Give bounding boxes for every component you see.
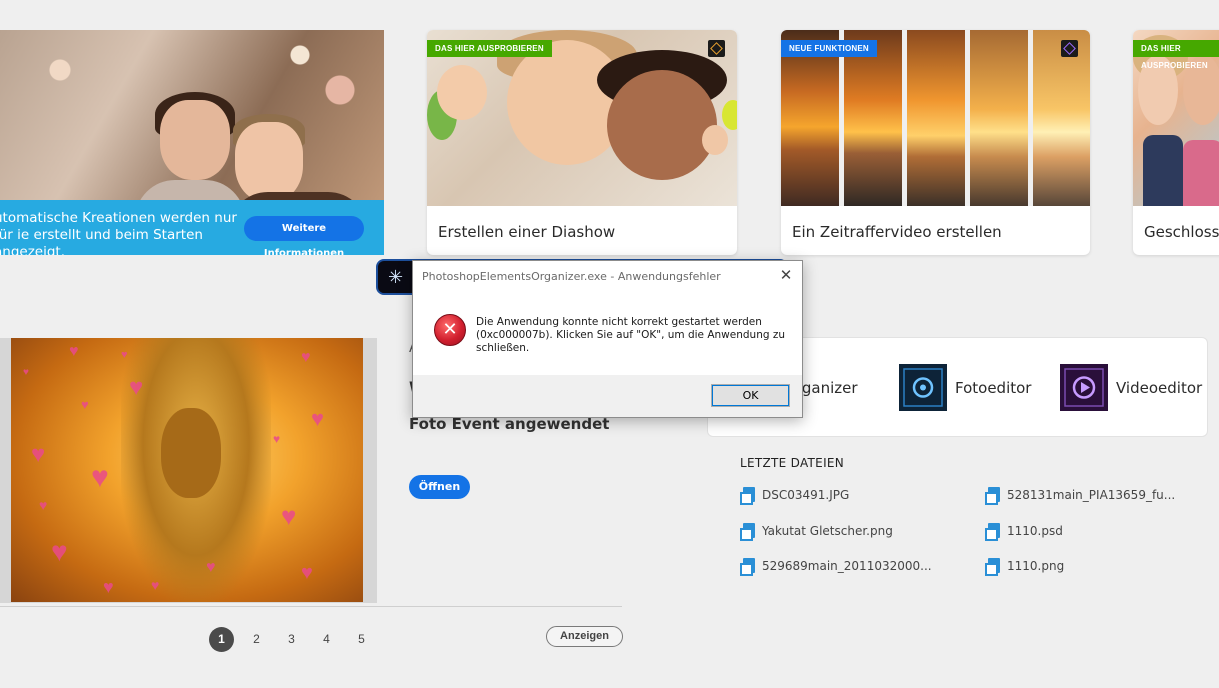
heart-icon: ♥ xyxy=(91,461,109,494)
close-icon[interactable]: ✕ xyxy=(778,266,794,284)
card-caption: Ein Zeitraffervideo erstellen xyxy=(792,223,1002,241)
heart-icon: ♥ xyxy=(311,406,325,431)
file-icon xyxy=(985,558,1000,576)
card-closed[interactable]: DAS HIER AUSPROBIEREN Geschlossen › xyxy=(1133,30,1219,255)
heart-icon: ♥ xyxy=(301,562,313,584)
heart-icon: ♥ xyxy=(301,349,311,366)
file-icon xyxy=(740,523,755,541)
event-image-detail xyxy=(161,408,221,498)
dialog-title: PhotoshopElementsOrganizer.exe - Anwendu… xyxy=(422,270,721,283)
recent-file[interactable]: 528131main_PIA13659_fu... xyxy=(985,487,1176,505)
file-name: 1110.png xyxy=(1007,559,1065,573)
heart-icon: ♥ xyxy=(39,497,48,513)
dialog-message: Die Anwendung konnte nicht korrekt gesta… xyxy=(476,316,786,354)
badge-new-features: NEUE FUNKTIONEN xyxy=(781,40,877,57)
file-name: 1110.psd xyxy=(1007,524,1063,538)
heart-icon: ♥ xyxy=(81,397,89,412)
error-dialog: PhotoshopElementsOrganizer.exe - Anwendu… xyxy=(412,260,803,418)
file-name: Yakutat Gletscher.png xyxy=(762,524,893,538)
recent-files-title: LETZTE DATEIEN xyxy=(740,456,845,470)
page-4[interactable]: 4 xyxy=(314,627,339,652)
premiere-icon xyxy=(1061,40,1078,57)
file-name: 529689main_2011032000... xyxy=(762,559,932,573)
heart-icon: ♥ xyxy=(206,559,216,576)
recent-file[interactable]: 529689main_2011032000... xyxy=(740,558,932,576)
heart-icon: ♥ xyxy=(129,374,144,401)
page-3[interactable]: 3 xyxy=(279,627,304,652)
dialog-footer: OK xyxy=(413,375,802,417)
more-info-button[interactable]: Weitere Informationen xyxy=(244,216,364,255)
card-timelapse[interactable]: NEUE FUNKTIONEN Ein Zeitraffervideo erst… xyxy=(781,30,1090,255)
page-5[interactable]: 5 xyxy=(349,627,374,652)
organizer-icon xyxy=(708,40,725,57)
show-button[interactable]: Anzeigen xyxy=(546,626,623,647)
heart-icon: ♥ xyxy=(69,343,79,360)
recent-file[interactable]: DSC03491.JPG xyxy=(740,487,850,505)
card-caption: Erstellen einer Diashow xyxy=(438,223,616,241)
pagination: 1 2 3 4 5 xyxy=(209,627,374,652)
ok-button[interactable]: OK xyxy=(711,384,790,407)
videoeditor-label[interactable]: Videoeditor xyxy=(1116,379,1202,397)
page-2[interactable]: 2 xyxy=(244,627,269,652)
hero-banner-text: utomatische Kreationen werden nur für ie… xyxy=(0,210,237,255)
videoeditor-icon[interactable] xyxy=(1060,364,1108,411)
recent-file[interactable]: Yakutat Gletscher.png xyxy=(740,523,893,541)
file-icon xyxy=(740,487,755,505)
file-name: DSC03491.JPG xyxy=(762,488,850,502)
heart-icon: ♥ xyxy=(151,577,160,593)
card-caption: Geschlossen xyxy=(1144,223,1219,241)
recent-file[interactable]: 1110.psd xyxy=(985,523,1063,541)
hero-photo-detail xyxy=(235,122,303,202)
open-button[interactable]: Öffnen xyxy=(409,475,470,499)
fotoeditor-icon[interactable] xyxy=(899,364,947,411)
card-diashow[interactable]: DAS HIER AUSPROBIEREN Erstellen einer Di… xyxy=(427,30,737,255)
recent-file[interactable]: 1110.png xyxy=(985,558,1065,576)
organizer-label[interactable]: rganizer xyxy=(796,379,858,397)
heart-icon: ♥ xyxy=(23,367,29,378)
event-image[interactable]: ♥ ♥ ♥ ♥ ♥ ♥ ♥ ♥ ♥ ♥ ♥ ♥ ♥ ♥ ♥ ♥ ♥ xyxy=(11,338,363,602)
file-name: 528131main_PIA13659_fu... xyxy=(1007,488,1176,502)
divider xyxy=(0,606,622,607)
hero-photo-detail xyxy=(160,100,230,180)
fotoeditor-label[interactable]: Fotoeditor xyxy=(955,379,1031,397)
heart-icon: ♥ xyxy=(103,577,114,597)
hero-banner: utomatische Kreationen werden nur für ie… xyxy=(0,30,384,255)
heart-icon: ♥ xyxy=(51,536,68,567)
loading-spinner-icon: ✳ xyxy=(388,267,404,287)
badge-try-this: DAS HIER AUSPROBIEREN xyxy=(1133,40,1219,70)
heart-icon: ♥ xyxy=(273,432,281,446)
file-icon xyxy=(985,523,1000,541)
file-icon xyxy=(985,487,1000,505)
error-icon: ✕ xyxy=(434,314,466,346)
badge-try-this: DAS HIER AUSPROBIEREN xyxy=(427,40,552,57)
heart-icon: ♥ xyxy=(31,441,46,468)
heart-icon: ♥ xyxy=(121,349,128,361)
page-1[interactable]: 1 xyxy=(209,627,234,652)
heart-icon: ♥ xyxy=(281,501,297,531)
file-icon xyxy=(740,558,755,576)
